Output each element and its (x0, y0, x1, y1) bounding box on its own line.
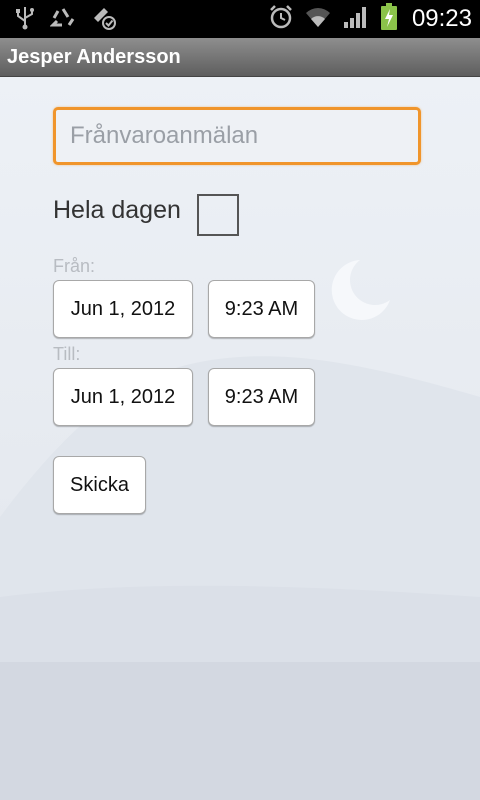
usb-icon (14, 4, 36, 35)
battery-charging-icon (380, 2, 398, 36)
page-title: Jesper Andersson (7, 46, 181, 68)
from-label: Från: (53, 256, 96, 276)
to-time-button[interactable]: 9:23 AM (208, 368, 315, 426)
all-day-checkbox[interactable] (197, 194, 239, 236)
subject-field[interactable] (53, 107, 421, 165)
alarm-icon (268, 4, 294, 35)
to-date-button[interactable]: Jun 1, 2012 (53, 368, 193, 426)
recycle-icon (49, 5, 76, 34)
to-label: Till: (53, 344, 81, 364)
wifi-icon (304, 5, 332, 34)
from-time-button[interactable]: 9:23 AM (208, 280, 315, 338)
from-date-button[interactable]: Jun 1, 2012 (53, 280, 193, 338)
signal-icon (342, 4, 370, 35)
subject-input[interactable] (56, 110, 418, 162)
submit-button[interactable]: Skicka (53, 456, 146, 514)
wallpaper-background (0, 77, 480, 800)
phone-sync-icon (90, 4, 118, 35)
all-day-label: Hela dagen (53, 196, 181, 224)
status-bar: 09:23 (0, 0, 480, 38)
clock-time: 09:23 (411, 5, 472, 32)
title-bar: Jesper Andersson (0, 38, 480, 77)
